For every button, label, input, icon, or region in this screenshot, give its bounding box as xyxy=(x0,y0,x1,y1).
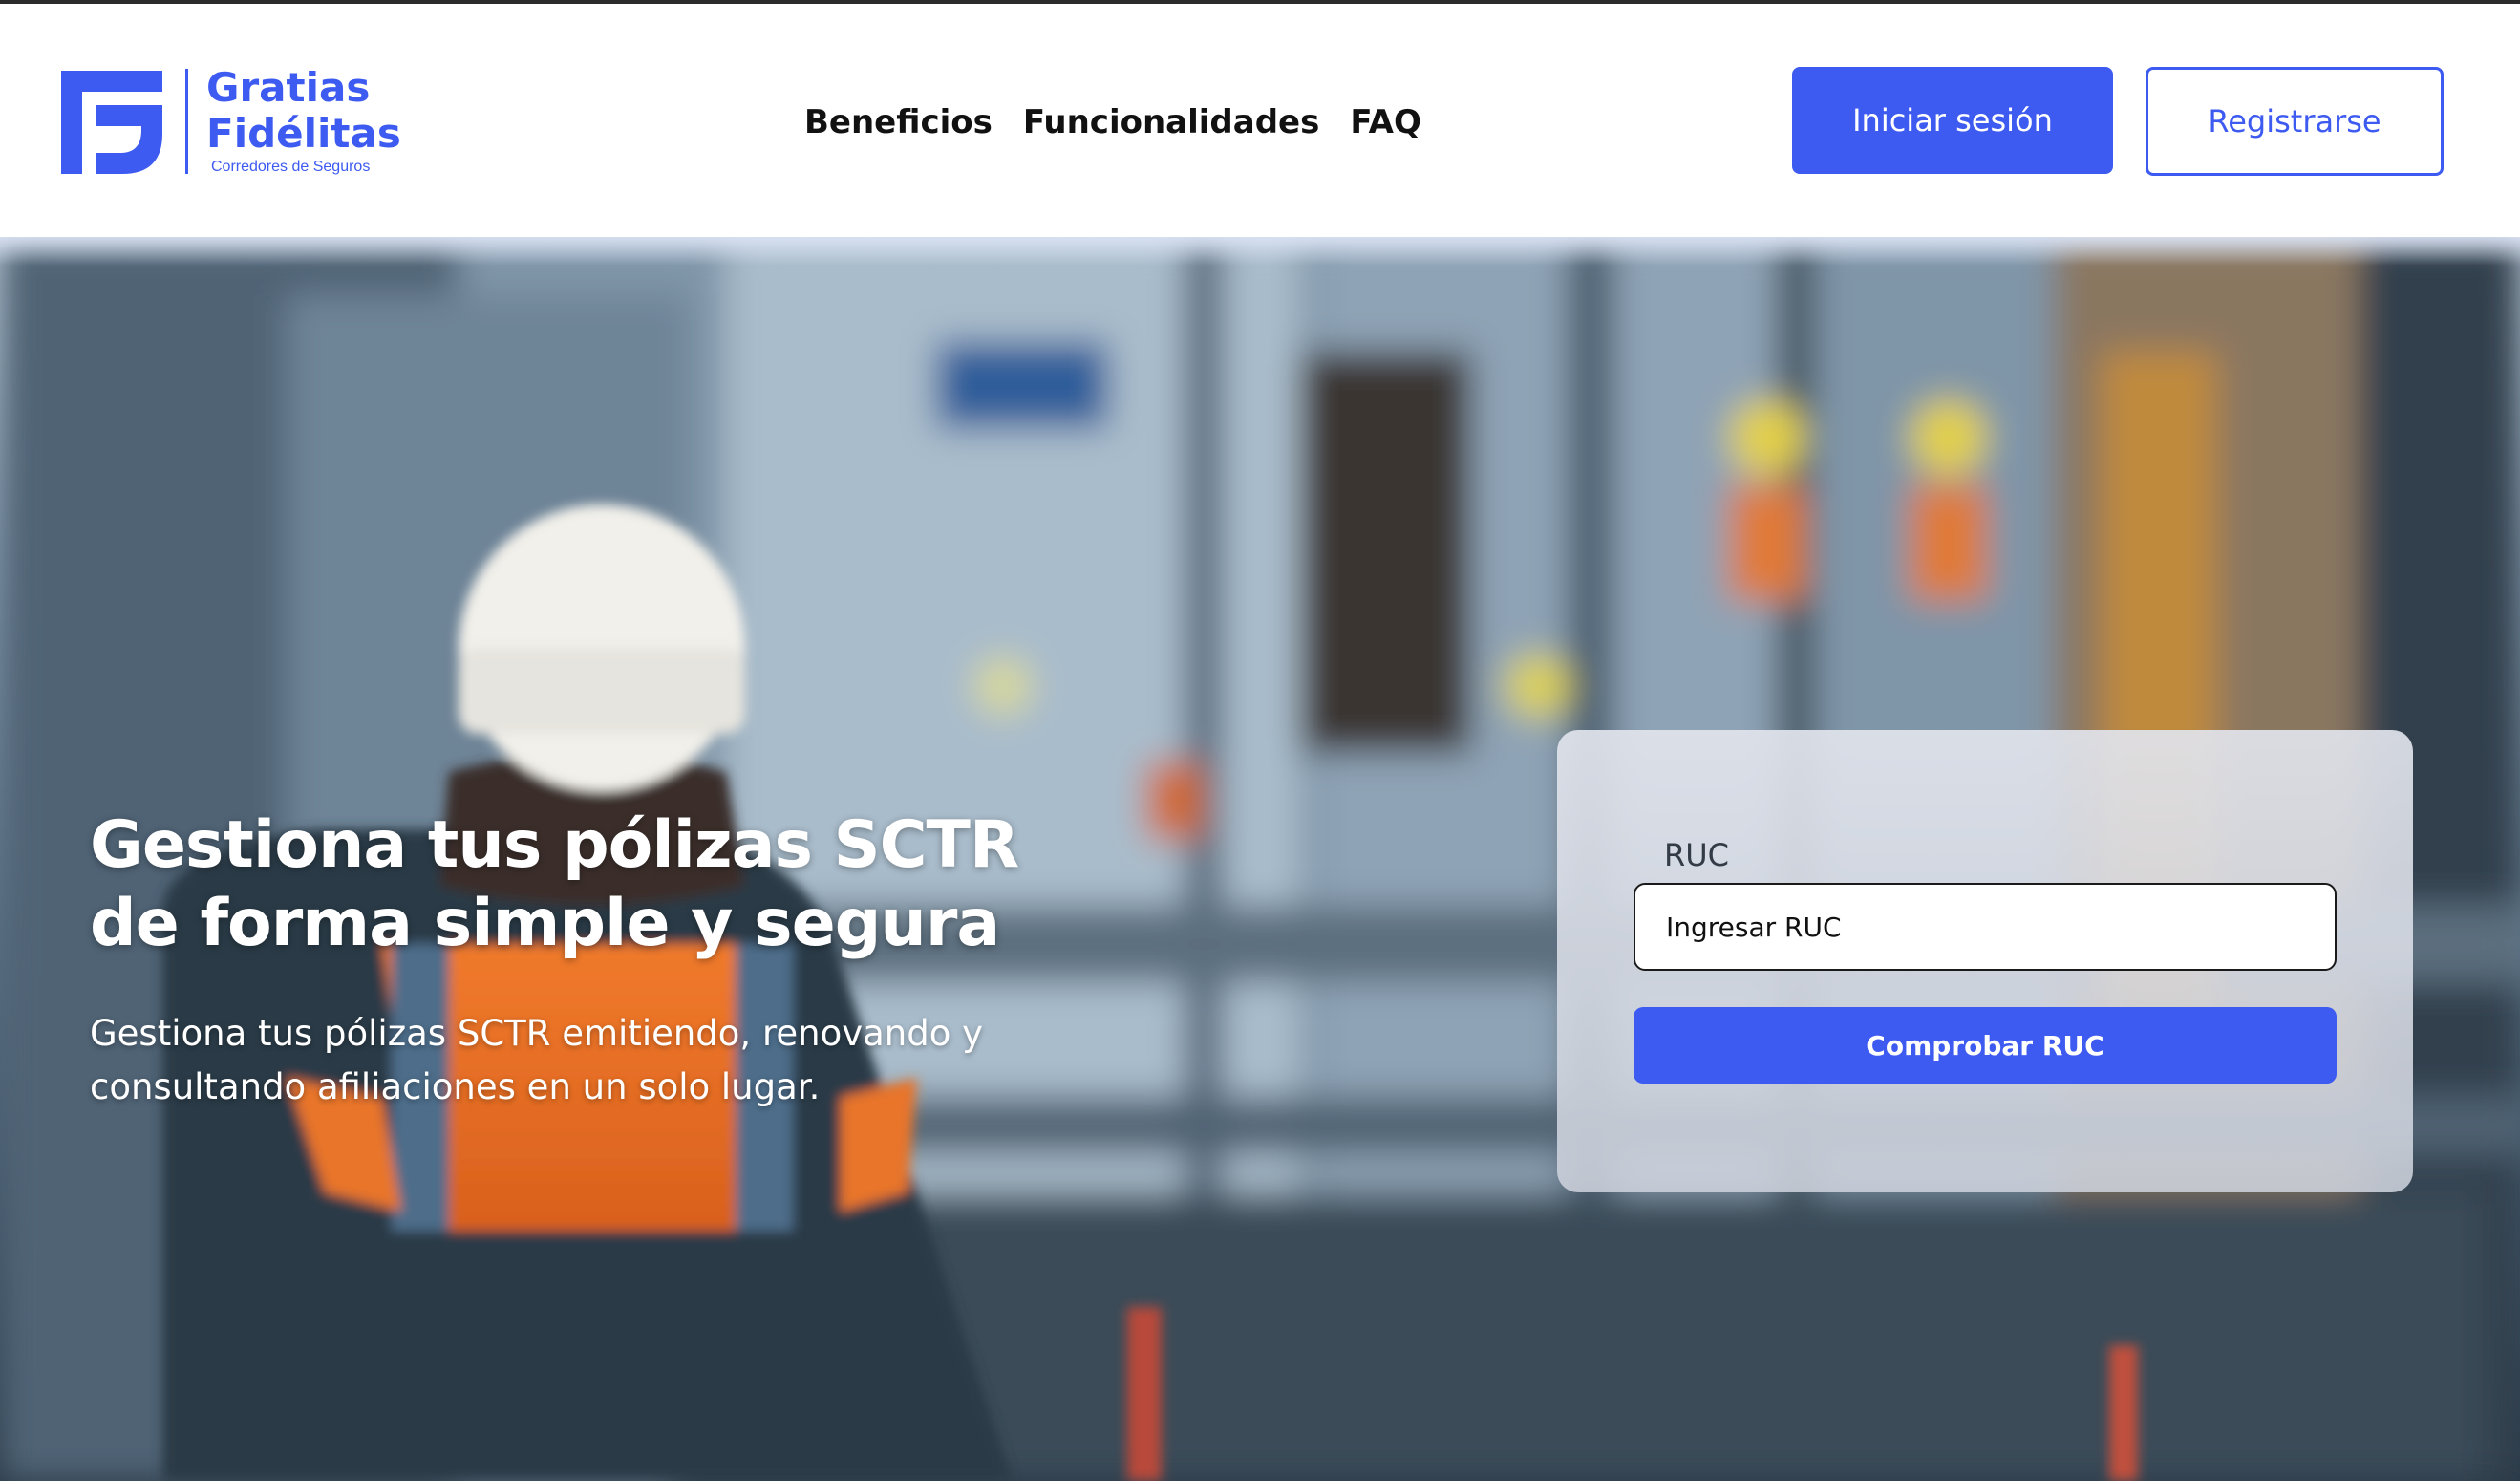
brand-name-line1: Gratias xyxy=(206,64,371,111)
brand-tagline: Corredores de Seguros xyxy=(211,159,371,175)
brand-logo-icon xyxy=(61,71,162,174)
brand-name-line2: Fidélitas xyxy=(206,110,401,157)
ruc-label: RUC xyxy=(1664,837,1729,873)
hero-subtitle-line1: Gestiona tus pólizas SCTR emitiendo, ren… xyxy=(90,1013,984,1054)
hero-top-fade xyxy=(0,237,2520,266)
nav-link-faq[interactable]: FAQ xyxy=(1350,103,1421,141)
hero-subtitle: Gestiona tus pólizas SCTR emitiendo, ren… xyxy=(90,1007,1102,1114)
login-button[interactable]: Iniciar sesión xyxy=(1792,67,2113,174)
hero-title: Gestiona tus pólizas SCTR de forma simpl… xyxy=(90,806,1141,963)
site-header: Gratias Fidélitas Corredores de Seguros … xyxy=(0,4,2520,237)
hero-subtitle-line2: consultando afiliaciones en un solo luga… xyxy=(90,1066,821,1107)
check-ruc-button[interactable]: Comprobar RUC xyxy=(1634,1007,2337,1084)
register-button[interactable]: Registrarse xyxy=(2146,67,2444,176)
hero-section: Gestiona tus pólizas SCTR de forma simpl… xyxy=(0,237,2520,1481)
brand-logo[interactable]: Gratias Fidélitas Corredores de Seguros xyxy=(61,65,424,180)
nav-link-beneficios[interactable]: Beneficios xyxy=(804,103,993,141)
nav-link-funcionalidades[interactable]: Funcionalidades xyxy=(1023,103,1319,141)
main-nav: Beneficios Funcionalidades FAQ xyxy=(804,99,1421,145)
hero-title-line2: de forma simple y segura xyxy=(90,886,1000,961)
brand-name: Gratias Fidélitas xyxy=(206,65,401,157)
ruc-input[interactable] xyxy=(1634,883,2337,971)
hero-title-line1: Gestiona tus pólizas SCTR xyxy=(90,807,1019,883)
logo-divider xyxy=(185,69,188,174)
ruc-check-card: RUC Comprobar RUC xyxy=(1557,730,2413,1192)
